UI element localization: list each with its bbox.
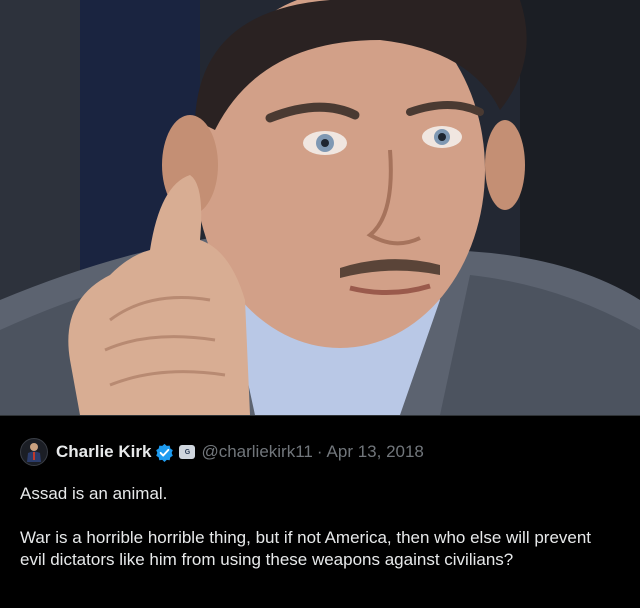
affiliation-badge-text: G — [184, 448, 191, 456]
verified-badge-icon — [155, 443, 174, 462]
avatar-person-icon — [27, 443, 41, 462]
tweet-date[interactable]: Apr 13, 2018 — [327, 442, 424, 462]
separator-dot: · — [316, 442, 323, 461]
tweet-paragraph-2: War is a horrible horrible thing, but if… — [20, 528, 592, 569]
affiliation-badge-icon[interactable]: G — [179, 445, 196, 459]
tweet-text: Assad is an animal. War is a horrible ho… — [20, 483, 610, 571]
tweet-photo[interactable] — [0, 0, 640, 415]
author-name[interactable]: Charlie Kirk — [56, 442, 151, 462]
tweet-header: Charlie Kirk G @charliekirk11 · Apr 13, … — [20, 438, 424, 466]
author-handle[interactable]: @charliekirk11 — [201, 442, 312, 462]
portrait-photo-illustration — [0, 0, 640, 415]
tweet-card[interactable]: Charlie Kirk G @charliekirk11 · Apr 13, … — [0, 415, 640, 608]
tweet-paragraph-1: Assad is an animal. — [20, 484, 168, 503]
author-avatar[interactable] — [20, 438, 48, 466]
